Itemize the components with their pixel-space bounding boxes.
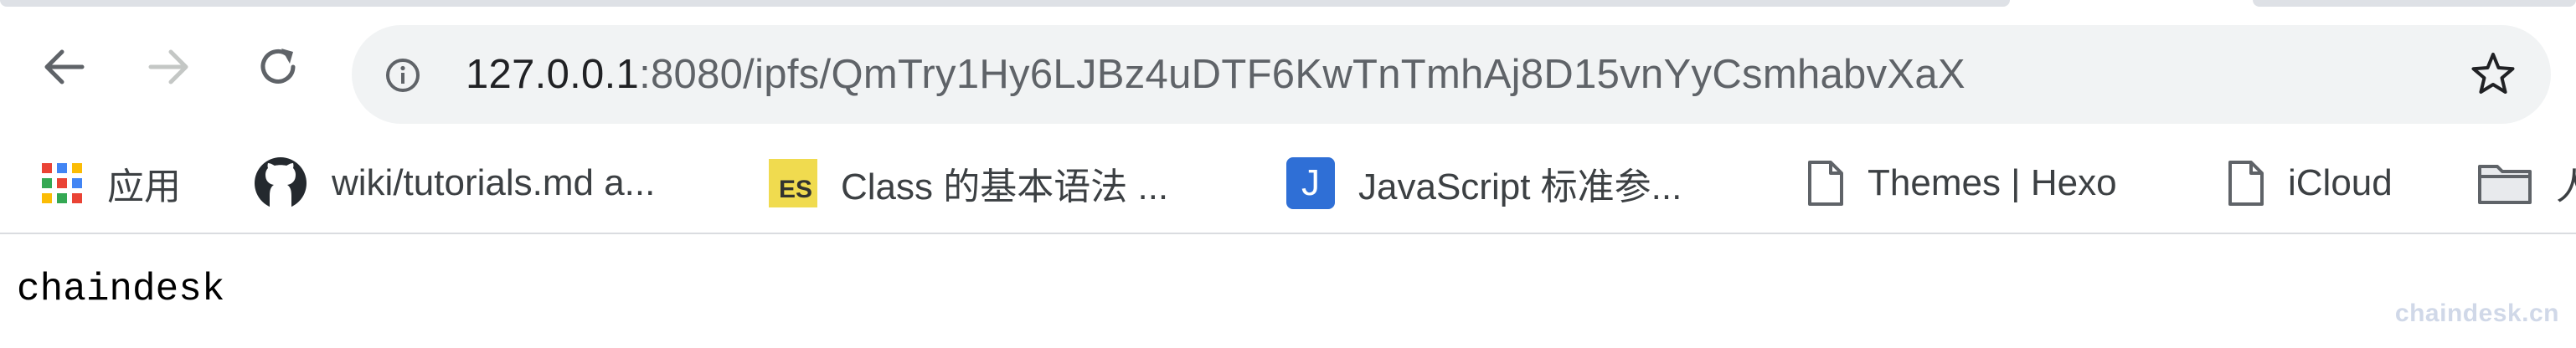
url-path: :8080/ipfs/QmTry1Hy6LJBz4uDTF6KwTnTmhAj8…: [639, 52, 1965, 97]
bookmark-icloud[interactable]: iCloud: [2228, 134, 2393, 233]
page-body-text: chaindesk: [17, 268, 225, 311]
forward-button[interactable]: [136, 33, 203, 100]
bookmarks-bar: 应用 wiki/tutorials.md a... ES Class 的基本语法…: [0, 134, 2576, 234]
j-icon: J: [1286, 157, 1335, 209]
bookmark-label: 人: [2556, 166, 2576, 207]
bookmark-label: Themes | Hexo: [1868, 162, 2117, 203]
github-icon: [253, 156, 308, 211]
bookmark-label: 应用: [107, 166, 181, 207]
bookmark-javascript-ref[interactable]: J JavaScript 标准参...: [1286, 134, 1682, 233]
reload-icon: [260, 49, 296, 84]
es-badge: ES: [769, 159, 817, 207]
bookmark-hexo-themes[interactable]: Themes | Hexo: [1807, 134, 2117, 233]
back-button[interactable]: [30, 33, 97, 100]
site-info-icon[interactable]: [385, 58, 420, 93]
bookmark-label: Class 的基本语法 ...: [841, 166, 1169, 207]
bookmark-label: JavaScript 标准参...: [1358, 166, 1682, 207]
browser-toolbar: 127.0.0.1:8080/ipfs/QmTry1Hy6LJBz4uDTF6K…: [0, 8, 2576, 134]
bookmark-folder[interactable]: 人: [2477, 134, 2576, 233]
address-bar[interactable]: 127.0.0.1:8080/ipfs/QmTry1Hy6LJBz4uDTF6K…: [352, 25, 2551, 124]
bookmark-es-class[interactable]: ES Class 的基本语法 ...: [769, 134, 1168, 233]
reload-button[interactable]: [245, 33, 312, 100]
j-badge: J: [1286, 157, 1335, 209]
folder-icon: [2477, 161, 2532, 205]
tab-strip: [0, 0, 2576, 8]
apps-grid-icon: [40, 161, 84, 205]
url-host: 127.0.0.1: [466, 52, 640, 97]
tab-edge-right[interactable]: [2253, 0, 2576, 7]
arrow-left-icon: [44, 49, 85, 84]
page-content: chaindesk chaindesk.cn: [0, 234, 2576, 348]
star-icon[interactable]: [2469, 50, 2517, 99]
page-icon: [1807, 160, 1844, 207]
arrow-right-icon: [148, 49, 188, 84]
bookmark-label: iCloud: [2288, 162, 2393, 203]
es-icon: ES: [769, 159, 817, 207]
page-icon: [2228, 160, 2264, 207]
watermark: chaindesk.cn: [2394, 299, 2559, 327]
tab-edge-left[interactable]: [0, 0, 2010, 7]
bookmark-github-wiki[interactable]: wiki/tutorials.md a...: [253, 134, 655, 233]
bookmark-apps[interactable]: 应用: [40, 134, 181, 233]
bookmark-label: wiki/tutorials.md a...: [332, 162, 656, 203]
url-text[interactable]: 127.0.0.1:8080/ipfs/QmTry1Hy6LJBz4uDTF6K…: [466, 25, 1965, 124]
